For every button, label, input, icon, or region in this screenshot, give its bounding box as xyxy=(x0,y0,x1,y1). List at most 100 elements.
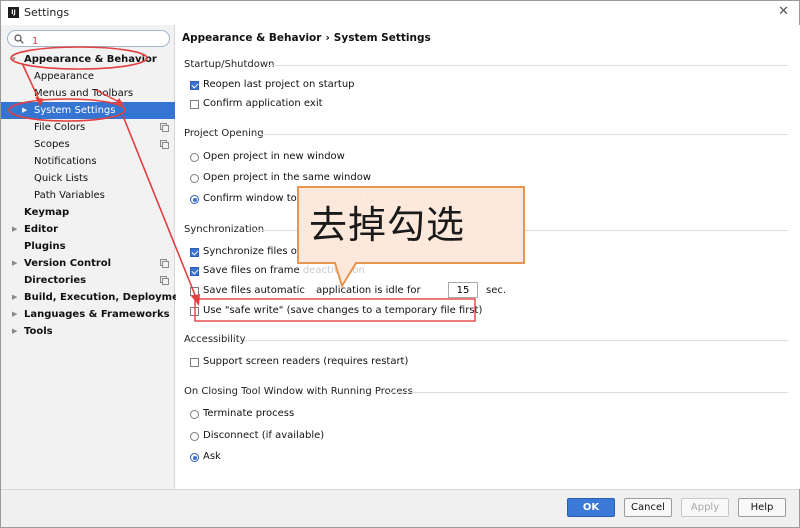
screen-readers-checkbox[interactable] xyxy=(190,358,199,367)
screen-readers-option[interactable]: Support screen readers (requires restart… xyxy=(190,355,409,369)
sidebar-item-keymap[interactable]: Keymap xyxy=(1,204,175,221)
app-icon: IJ xyxy=(8,7,19,18)
open-in-new-window-option[interactable]: Open project in new window xyxy=(190,150,345,164)
copy-settings-icon xyxy=(160,276,169,285)
safe-write-option[interactable]: Use "safe write" (save changes to a temp… xyxy=(190,304,482,318)
chevron-right-icon[interactable]: ▶ xyxy=(12,221,17,238)
synchronize-files-label: Synchronize files o xyxy=(203,246,297,257)
reopen-last-project-option[interactable]: Reopen last project on startup xyxy=(190,78,355,92)
sidebar-item-file-colors[interactable]: File Colors xyxy=(1,119,175,136)
disconnect-option[interactable]: Disconnect (if available) xyxy=(190,429,324,443)
sidebar-item-tools[interactable]: ▶ Tools xyxy=(1,323,175,340)
sidebar-item-label: Menus and Toolbars xyxy=(34,88,134,99)
group-title-accessibility: Accessibility xyxy=(184,334,246,345)
chevron-right-icon[interactable]: ▶ xyxy=(12,255,17,272)
save-on-frame-deactivation-option[interactable]: Save files on frame deactivation xyxy=(190,264,365,278)
sidebar-item-label: Quick Lists xyxy=(34,173,89,184)
sidebar-item-label: Keymap xyxy=(24,207,70,218)
settings-window: IJ Settings ✕ ▾ Appearance & Behavior Appe… xyxy=(0,0,800,528)
save-automatically-option[interactable]: Save files automatic application is idle… xyxy=(190,284,421,298)
sidebar-item-notifications[interactable]: Notifications xyxy=(1,153,175,170)
open-in-new-window-label: Open project in new window xyxy=(203,151,345,162)
group-title-synchronization: Synchronization xyxy=(184,224,265,235)
settings-content: Appearance & Behavior › System Settings St… xyxy=(176,25,800,489)
apply-button[interactable]: Apply xyxy=(681,498,729,517)
search-input[interactable] xyxy=(28,32,166,45)
sidebar-item-editor[interactable]: ▶ Editor xyxy=(1,221,175,238)
group-divider xyxy=(387,392,788,393)
sidebar-item-system-settings[interactable]: ▶ System Settings xyxy=(1,102,175,119)
help-button[interactable]: Help xyxy=(738,498,786,517)
confirm-window-radio[interactable] xyxy=(190,195,199,204)
group-title-project-opening: Project Opening xyxy=(184,128,264,139)
dialog-footer: OK Cancel Apply Help xyxy=(1,489,799,527)
group-title-startup: Startup/Shutdown xyxy=(184,59,275,70)
settings-tree: ▾ Appearance & Behavior Appearance Menus an… xyxy=(1,51,191,340)
terminate-process-option[interactable]: Terminate process xyxy=(190,407,295,421)
annotation-step-number: 1 xyxy=(32,36,39,47)
breadcrumb-separator: › xyxy=(325,32,330,44)
screen-readers-label: Support screen readers (requires restart… xyxy=(203,356,409,367)
save-on-frame-label-covered: deactivation xyxy=(302,265,365,276)
sidebar-item-quick-lists[interactable]: Quick Lists xyxy=(1,170,175,187)
open-in-new-window-radio[interactable] xyxy=(190,153,199,162)
idle-seconds-input[interactable] xyxy=(448,282,478,298)
sidebar-item-label: Editor xyxy=(24,224,58,235)
breadcrumb: Appearance & Behavior › System Settings xyxy=(182,32,431,44)
chevron-right-icon[interactable]: ▶ xyxy=(12,306,17,323)
sidebar-item-build-execution-deployment[interactable]: ▶ Build, Execution, Deployment xyxy=(1,289,191,306)
sidebar-item-label: Notifications xyxy=(34,156,97,167)
terminate-process-radio[interactable] xyxy=(190,410,199,419)
save-on-frame-label: Save files on frame xyxy=(203,265,300,276)
sidebar-item-plugins[interactable]: Plugins xyxy=(1,238,175,255)
sidebar-item-directories[interactable]: Directories xyxy=(1,272,175,289)
sidebar-item-label: Plugins xyxy=(24,241,66,252)
sidebar-item-label: Version Control xyxy=(24,258,112,269)
confirm-exit-option[interactable]: Confirm application exit xyxy=(190,97,323,111)
ask-label: Ask xyxy=(203,451,221,462)
sidebar-item-appearance[interactable]: Appearance xyxy=(1,68,175,85)
save-on-frame-deactivation-checkbox[interactable] xyxy=(190,267,199,276)
open-in-same-window-option[interactable]: Open project in the same window xyxy=(190,171,371,185)
reopen-last-project-checkbox[interactable] xyxy=(190,81,199,90)
sidebar-item-label: Tools xyxy=(24,326,53,337)
settings-sidebar: ▾ Appearance & Behavior Appearance Menus an… xyxy=(1,25,191,489)
chevron-down-icon[interactable]: ▾ xyxy=(12,51,16,68)
breadcrumb-current: System Settings xyxy=(333,32,431,44)
group-divider xyxy=(244,340,788,341)
save-automatically-checkbox[interactable] xyxy=(190,287,199,296)
ask-option[interactable]: Ask xyxy=(190,450,221,464)
copy-settings-icon xyxy=(160,140,169,149)
sidebar-item-label: Appearance & Behavior xyxy=(24,54,157,65)
open-in-same-window-radio[interactable] xyxy=(190,174,199,183)
sidebar-item-appearance-behavior[interactable]: ▾ Appearance & Behavior xyxy=(1,51,175,68)
sidebar-item-label: System Settings xyxy=(34,105,116,116)
ask-radio[interactable] xyxy=(190,453,199,462)
safe-write-checkbox[interactable] xyxy=(190,307,199,316)
sidebar-item-version-control[interactable]: ▶ Version Control xyxy=(1,255,175,272)
chevron-right-icon[interactable]: ▶ xyxy=(12,289,17,306)
annotation-callout-text: 去掉勾选 xyxy=(309,203,466,247)
terminate-process-label: Terminate process xyxy=(203,408,295,419)
sidebar-item-scopes[interactable]: Scopes xyxy=(1,136,175,153)
breadcrumb-parent[interactable]: Appearance & Behavior xyxy=(182,32,321,44)
confirm-exit-checkbox[interactable] xyxy=(190,100,199,109)
disconnect-radio[interactable] xyxy=(190,432,199,441)
chevron-right-icon[interactable]: ▶ xyxy=(12,323,17,340)
sidebar-item-label: Scopes xyxy=(34,139,70,150)
chevron-right-icon[interactable]: ▶ xyxy=(22,102,27,119)
sidebar-item-label: Path Variables xyxy=(34,190,105,201)
save-automatically-label: Save files automatic xyxy=(203,285,305,296)
sidebar-item-label: Directories xyxy=(24,275,87,286)
copy-settings-icon xyxy=(160,259,169,268)
confirm-exit-label: Confirm application exit xyxy=(203,98,323,109)
close-icon[interactable]: ✕ xyxy=(778,4,789,19)
sidebar-item-path-variables[interactable]: Path Variables xyxy=(1,187,175,204)
synchronize-files-checkbox[interactable] xyxy=(190,248,199,257)
group-divider xyxy=(268,65,788,66)
sidebar-item-menus-and-toolbars[interactable]: Menus and Toolbars xyxy=(1,85,175,102)
cancel-button[interactable]: Cancel xyxy=(624,498,672,517)
ok-button[interactable]: OK xyxy=(567,498,615,517)
sidebar-item-languages-frameworks[interactable]: ▶ Languages & Frameworks xyxy=(1,306,175,323)
reopen-last-project-label: Reopen last project on startup xyxy=(203,79,355,90)
